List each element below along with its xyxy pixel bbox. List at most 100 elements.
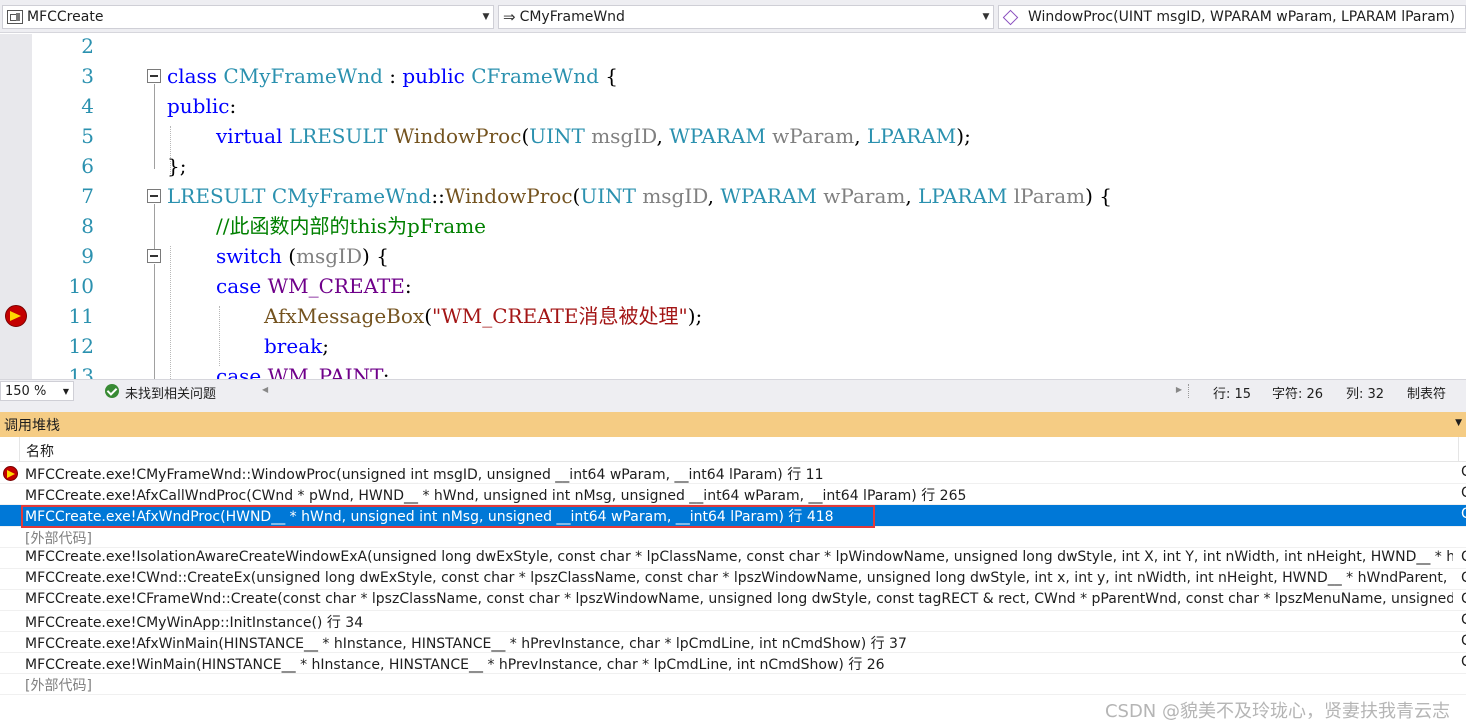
outline-line: [154, 264, 155, 379]
frame-language: C++: [1461, 549, 1466, 565]
horizontal-scrollbar[interactable]: ◀ ▶: [262, 385, 1182, 397]
chevron-down-icon: ▼: [982, 12, 990, 22]
frame-text: MFCCreate.exe!CMyWinApp::InitInstance() …: [25, 615, 364, 631]
frame-language: C++: [1461, 591, 1466, 607]
code-line-4: public:: [167, 94, 237, 118]
line-number: 3: [81, 64, 94, 88]
line-number: 2: [81, 34, 94, 58]
frame-text: [外部代码]: [25, 531, 92, 547]
callstack-row[interactable]: MFCCreate.exe!CMyWinApp::InitInstance() …: [0, 611, 1466, 632]
column-separator[interactable]: [1458, 437, 1459, 462]
code-line-11: AfxMessageBox("WM_CREATE消息被处理");: [264, 304, 703, 328]
breakpoint-gutter[interactable]: [0, 34, 32, 379]
code-line-5: virtual LRESULT WindowProc(UINT msgID, W…: [216, 124, 971, 148]
current-statement-icon[interactable]: [5, 305, 27, 327]
code-line-12: break;: [264, 334, 329, 358]
collapse-toggle[interactable]: [147, 249, 161, 263]
frame-text: MFCCreate.exe!WinMain(HINSTANCE__ * hIns…: [25, 657, 885, 673]
indent-guide: [170, 246, 171, 379]
member-dropdown[interactable]: WindowProc(UINT msgID, WPARAM wParam, LP…: [998, 5, 1466, 29]
code-line-10: case WM_CREATE:: [216, 274, 412, 298]
scroll-left-icon[interactable]: ◀: [262, 385, 268, 394]
callstack-row[interactable]: MFCCreate.exe!AfxWinMain(HINSTANCE__ * h…: [0, 632, 1466, 653]
class-dropdown[interactable]: ⇒ CMyFrameWnd ▼: [498, 5, 994, 29]
current-frame-icon: [3, 466, 18, 481]
callstack-title-bar[interactable]: 调用堆栈 ▼: [0, 412, 1466, 437]
code-line-9: switch (msgID) {: [216, 244, 389, 268]
indent-guide: [219, 306, 220, 366]
line-number: 9: [81, 244, 94, 268]
callstack-column-header: 名称: [0, 437, 1466, 462]
scroll-right-icon[interactable]: ▶: [1176, 385, 1182, 394]
frame-language: C++: [1461, 654, 1466, 670]
code-line-6: };: [167, 154, 187, 178]
line-number: 5: [81, 124, 94, 148]
check-circle-icon: [105, 384, 119, 398]
callstack-row[interactable]: MFCCreate.exe!CWnd::CreateEx(unsigned lo…: [0, 569, 1466, 590]
line-number: 6: [81, 154, 94, 178]
member-dropdown-label: WindowProc(UINT msgID, WPARAM wParam, LP…: [1028, 9, 1455, 25]
callstack-row[interactable]: MFCCreate.exe!IsolationAwareCreateWindow…: [0, 548, 1466, 569]
issues-status[interactable]: 未找到相关问题: [125, 383, 216, 402]
callstack-row[interactable]: MFCCreate.exe!AfxCallWndProc(CWnd * pWnd…: [0, 484, 1466, 505]
frame-language: C++: [1461, 633, 1466, 649]
project-dropdown-label: MFCCreate: [27, 9, 104, 25]
line-number: 13: [68, 364, 94, 379]
frame-language: C++: [1461, 485, 1466, 501]
panel-divider[interactable]: [0, 401, 1466, 412]
chevron-down-icon: ▼: [482, 12, 490, 22]
line-number: 8: [81, 214, 94, 238]
editor-status-bar: 150 % ▼ 未找到相关问题 ◀ ▶ 行: 15 字符: 26 列: 32 制…: [0, 379, 1466, 402]
outline-line: [154, 84, 155, 169]
tab-mode-indicator[interactable]: 制表符: [1407, 383, 1446, 402]
column-name-header[interactable]: 名称: [26, 441, 54, 461]
watermark: CSDN @貌美不及玲珑心，贤妻扶我青云志: [1104, 701, 1450, 722]
method-cube-icon: [1002, 9, 1019, 25]
line-number: 10: [68, 274, 94, 298]
frame-text: MFCCreate.exe!CMyFrameWnd::WindowProc(un…: [25, 467, 824, 483]
frame-text: MFCCreate.exe!AfxCallWndProc(CWnd * pWnd…: [25, 488, 967, 504]
project-icon: [7, 10, 23, 24]
collapse-toggle[interactable]: [147, 69, 161, 83]
frame-text: MFCCreate.exe!CWnd::CreateEx(unsigned lo…: [25, 570, 1453, 586]
code-line-3: class CMyFrameWnd : public CFrameWnd {: [167, 64, 619, 88]
callstack-row-external[interactable]: [外部代码]: [0, 674, 1466, 695]
frame-text: MFCCreate.exe!IsolationAwareCreateWindow…: [25, 549, 1453, 565]
callstack-row[interactable]: MFCCreate.exe!WinMain(HINSTANCE__ * hIns…: [0, 653, 1466, 674]
frame-text: MFCCreate.exe!AfxWinMain(HINSTANCE__ * h…: [25, 636, 907, 652]
code-editor[interactable]: 2 3 4 5 6 7 8 9 10 11 12 13 class CMyFra…: [0, 34, 1466, 379]
code-line-7: LRESULT CMyFrameWnd::WindowProc(UINT msg…: [167, 184, 1112, 208]
column-indicator[interactable]: 列: 32: [1346, 383, 1384, 402]
line-number: 7: [81, 184, 94, 208]
frame-language: C++: [1461, 570, 1466, 586]
chevron-down-icon[interactable]: ▼: [1455, 418, 1462, 428]
column-separator[interactable]: [19, 437, 20, 462]
zoom-level: 150 %: [5, 383, 47, 399]
char-indicator[interactable]: 字符: 26: [1272, 383, 1323, 402]
line-indicator[interactable]: 行: 15: [1213, 383, 1251, 402]
splitter-gripper[interactable]: [1188, 384, 1194, 398]
frame-language: C++: [1461, 506, 1466, 522]
frame-language: C++: [1461, 612, 1466, 628]
zoom-dropdown[interactable]: 150 % ▼: [0, 381, 74, 401]
callstack-title: 调用堆栈: [4, 417, 60, 434]
code-line-8: //此函数内部的this为pFrame: [216, 214, 487, 238]
class-arrow-icon: ⇒: [503, 8, 516, 26]
outline-line: [154, 204, 155, 250]
frame-text: [外部代码]: [25, 678, 92, 694]
frame-text: MFCCreate.exe!CFrameWnd::Create(const ch…: [25, 591, 1453, 607]
annotation-highlight-box: [21, 505, 875, 528]
callstack-row-external[interactable]: [外部代码]: [0, 527, 1466, 548]
navigation-bar: MFCCreate ▼ ⇒ CMyFrameWnd ▼ WindowProc(U…: [0, 0, 1466, 33]
chevron-down-icon: ▼: [62, 386, 70, 396]
callstack-row[interactable]: MFCCreate.exe!CFrameWnd::Create(const ch…: [0, 590, 1466, 611]
line-number: 12: [68, 334, 94, 358]
project-dropdown[interactable]: MFCCreate ▼: [2, 5, 494, 29]
callstack-row[interactable]: MFCCreate.exe!CMyFrameWnd::WindowProc(un…: [0, 463, 1466, 484]
line-number: 11: [68, 304, 94, 328]
class-dropdown-label: CMyFrameWnd: [519, 9, 625, 25]
line-number: 4: [81, 94, 94, 118]
frame-language: C++: [1461, 464, 1466, 480]
code-line-13: case WM_PAINT:: [216, 364, 390, 379]
collapse-toggle[interactable]: [147, 189, 161, 203]
